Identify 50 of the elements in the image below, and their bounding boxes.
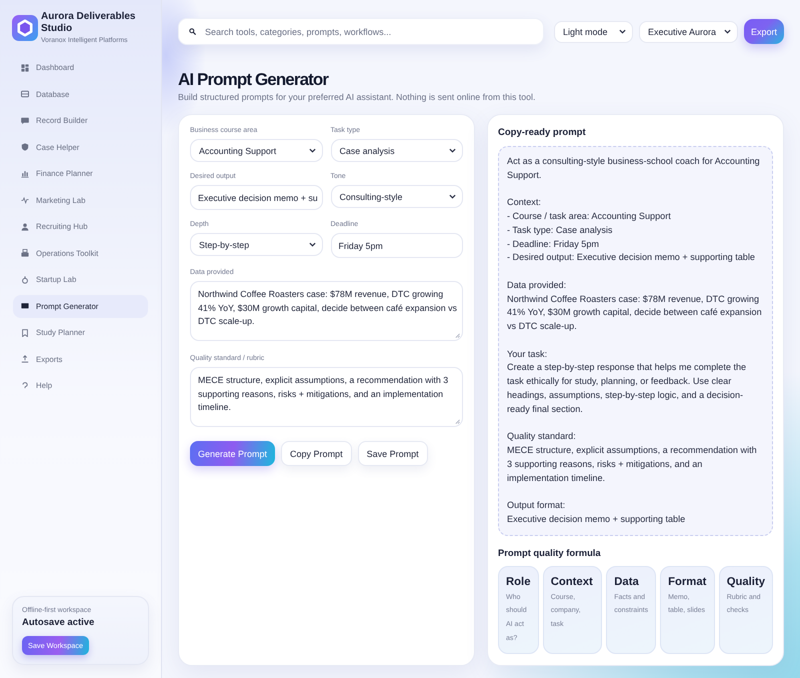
text-input[interactable]: Executive decision memo + su <box>190 185 322 210</box>
dropdown[interactable]: Light mode <box>554 20 633 42</box>
primary-action-button[interactable]: Generate Prompt <box>190 441 276 466</box>
resize-grip-icon <box>455 333 460 338</box>
pulse-icon <box>21 196 29 204</box>
status-title: Autosave active <box>22 617 96 629</box>
text-area[interactable]: MECE structure, explicit assumptions, a recommendation with 3 supporting reasons, risks + mitigations, and an implementation timeline. <box>190 367 463 427</box>
bookmark-icon <box>21 328 29 336</box>
dropdown[interactable]: Step-by-step <box>190 233 322 256</box>
text-input[interactable]: Friday 5pm <box>330 233 463 258</box>
chevron-down-icon <box>724 29 731 34</box>
page-title: AI Prompt Generator <box>178 70 330 90</box>
chevron-down-icon <box>308 148 316 153</box>
bar-chart-icon <box>21 170 29 178</box>
chevron-down-icon <box>449 148 456 153</box>
section-title: Copy-ready prompt <box>498 127 587 139</box>
chevron-down-icon <box>618 29 626 34</box>
monitor-icon <box>21 302 29 310</box>
table-icon <box>21 90 29 98</box>
printer-icon <box>21 249 29 257</box>
brand-title: Aurora Deliverables Studio <box>41 11 136 34</box>
help-icon <box>21 382 29 390</box>
chat-bubble-icon <box>21 116 29 124</box>
prompt-output: Act as a consulting-style business-school coach for Accounting Support. Context: - Course / task area: Accounting Support - Task type: Case analysis - Deadline: Friday 5pm - Desired output: Executive decision memo + supporting table Data provided: Northwind Coffee Roasters case: $78M revenue, DTC growing 41% YoY, $30M growth capital, decide between café expansion vs DTC scale-up. Your task: Create a step-by-step response that helps me complete the task ethically for study, planning, or feedback. Use clear headings, assumptions, step-by-step logic, and a decision-ready final section. Quality standard: MECE structure, explicit assumptions, a recommendation with 3 supporting reasons, risks + mitigations, and an implementation timeline. Output format: Executive decision memo + supporting table <box>498 146 773 536</box>
chevron-down-icon <box>449 194 456 199</box>
shield-icon <box>21 143 29 151</box>
secondary-action-button[interactable]: Save Prompt <box>358 441 428 466</box>
page-subtitle: Build structured prompts for your preferred AI assistant. Nothing is sent online from this tool. <box>178 91 536 103</box>
formula-card-title: Format <box>668 576 707 589</box>
search-icon <box>189 28 196 35</box>
text-area[interactable]: Northwind Coffee Roasters case: $78M revenue, DTC growing 41% YoY, $30M growth capital, decide between café expansion vs DTC scale-up. <box>190 281 463 341</box>
layout-grid-icon <box>21 64 29 72</box>
dropdown[interactable]: Accounting Support <box>190 139 322 162</box>
hexagon-logo <box>12 15 38 41</box>
dropdown[interactable]: Case analysis <box>330 139 463 162</box>
formula-card-title: Quality <box>726 576 765 589</box>
section-title: Prompt quality formula <box>498 546 602 559</box>
formula-card-title: Data <box>614 576 640 589</box>
search-field[interactable]: Search tools, categories, prompts, workflows... <box>178 18 544 45</box>
dropdown[interactable]: Consulting-style <box>330 185 463 208</box>
secondary-action-button[interactable]: Copy Prompt <box>281 441 352 466</box>
formula-card-title: Role <box>506 576 531 589</box>
chevron-down-icon <box>308 242 316 247</box>
person-icon <box>21 222 29 230</box>
upload-icon <box>21 355 29 363</box>
export-button[interactable]: Export <box>744 19 784 44</box>
formula-card-title: Context <box>550 576 594 589</box>
stopwatch-icon <box>21 276 29 284</box>
resize-grip-icon <box>455 419 460 424</box>
dropdown[interactable]: Executive Aurora <box>638 20 738 42</box>
